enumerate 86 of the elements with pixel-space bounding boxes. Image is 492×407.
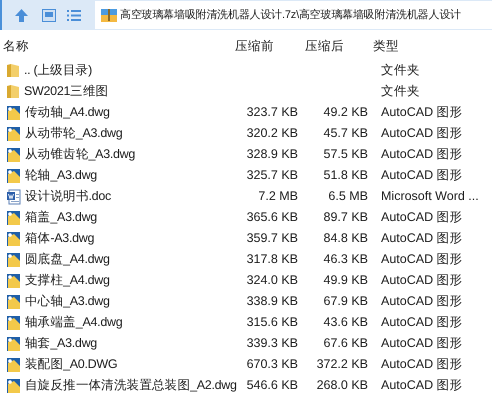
size-cell: 325.7 KB	[246, 168, 298, 182]
size-cell: 359.7 KB	[246, 231, 298, 246]
size-cell: 324.0 KB	[246, 273, 298, 288]
drawing-file-icon	[6, 210, 21, 226]
address-bar[interactable]: 高空玻璃幕墙吸附清洗机器人设计.7z\高空玻璃幕墙吸附清洗机器人设计	[95, 1, 492, 29]
column-header[interactable]: 类型	[373, 36, 492, 56]
size-cell: 67.6 KB	[324, 336, 368, 350]
file-name[interactable]: 轴套_A3.dwg	[25, 334, 97, 353]
drawing-file-icon	[6, 336, 21, 352]
column-header[interactable]: 名称	[0, 36, 235, 56]
size-cell: 339.3 KB	[246, 336, 298, 350]
file-name[interactable]: 轮轴_A3.dwg	[25, 166, 97, 185]
file-name[interactable]: 从动带轮_A3.dwg	[25, 124, 122, 143]
type-cell-text: AutoCAD 图形	[381, 356, 463, 374]
file-name[interactable]: SW2021三维图	[24, 82, 108, 101]
size-cell: 338.9 KB	[246, 294, 298, 308]
column-header[interactable]: 压缩前	[235, 36, 305, 56]
file-name[interactable]: .. (上级目录)	[24, 61, 92, 80]
column-header[interactable]: 压缩后	[305, 36, 373, 56]
drawing-file-icon	[6, 252, 21, 268]
file-name[interactable]: 圆底盘_A4.dwg	[25, 250, 110, 269]
file-name[interactable]: 自旋反推一体清洗装置总装图_A2.dwg	[25, 376, 237, 395]
up-arrow-icon[interactable]	[14, 8, 29, 22]
drawing-file-icon	[6, 356, 21, 372]
drawing-file-icon	[6, 230, 21, 246]
type-cell-text: Microsoft Word ...	[381, 188, 479, 206]
type-cell-text: AutoCAD 图形	[381, 272, 463, 290]
type-cell-text: AutoCAD 图形	[381, 125, 463, 142]
size-cell: 49.2 KB	[324, 105, 368, 120]
size-cell: 67.9 KB	[324, 294, 368, 308]
word-document-icon	[6, 188, 21, 204]
size-cell: 6.5 MB	[328, 189, 368, 204]
type-cell-text: AutoCAD 图形	[381, 335, 463, 352]
drawing-file-icon	[6, 168, 21, 184]
file-name[interactable]: 设计说明书.doc	[25, 187, 111, 206]
type-cell-text: 文件夹	[381, 83, 420, 100]
archive-icon	[101, 7, 117, 23]
size-cell: 46.3 KB	[324, 252, 368, 266]
list-view-icon[interactable]	[67, 10, 81, 20]
type-cell-text: AutoCAD 图形	[381, 209, 463, 226]
file-name[interactable]: 支撑柱_A4.dwg	[25, 271, 110, 290]
folder-icon	[6, 63, 20, 78]
drawing-file-icon	[6, 126, 21, 142]
size-cell: 51.8 KB	[324, 168, 368, 182]
file-name[interactable]: 传动轴_A4.dwg	[25, 103, 110, 122]
size-cell: 323.7 KB	[246, 105, 298, 120]
size-cell: 328.9 KB	[246, 147, 298, 162]
size-cell: 670.3 KB	[246, 357, 298, 372]
file-name[interactable]: 轴承端盖_A4.dwg	[25, 313, 122, 332]
size-cell: 320.2 KB	[246, 126, 298, 140]
file-name[interactable]: 箱盖_A3.dwg	[25, 208, 97, 227]
file-name[interactable]: 从动锥齿轮_A3.dwg	[25, 145, 136, 164]
type-cell-text: AutoCAD 图形	[381, 293, 463, 310]
file-name[interactable]: 装配图_A0.DWG	[25, 355, 118, 374]
size-cell: 317.8 KB	[246, 252, 298, 266]
file-name[interactable]: 箱体-A3.dwg	[25, 229, 94, 248]
drawing-file-icon	[6, 378, 21, 394]
size-cell: 7.2 MB	[258, 189, 298, 204]
size-cell: 57.5 KB	[324, 147, 368, 162]
size-cell: 546.6 KB	[246, 378, 298, 392]
size-cell: 372.2 KB	[316, 357, 368, 372]
size-cell: 89.7 KB	[324, 210, 368, 224]
drawing-file-icon	[6, 314, 21, 330]
address-path: 高空玻璃幕墙吸附清洗机器人设计.7z\高空玻璃幕墙吸附清洗机器人设计	[120, 8, 461, 23]
drawing-file-icon	[6, 104, 21, 120]
size-cell: 45.7 KB	[324, 126, 368, 140]
size-cell: 365.6 KB	[246, 210, 298, 224]
type-cell-text: AutoCAD 图形	[381, 230, 463, 248]
size-cell: 315.6 KB	[246, 315, 298, 330]
size-cell: 43.6 KB	[324, 315, 368, 330]
folder-icon	[6, 84, 20, 99]
type-cell-text: 文件夹	[381, 62, 420, 80]
size-cell: 268.0 KB	[316, 378, 368, 392]
file-name[interactable]: 中心轴_A3.dwg	[25, 292, 110, 311]
drawing-file-icon	[6, 272, 21, 288]
type-cell-text: AutoCAD 图形	[381, 314, 463, 332]
type-cell-text: AutoCAD 图形	[381, 167, 463, 184]
type-cell-text: AutoCAD 图形	[381, 251, 463, 268]
type-cell-text: AutoCAD 图形	[381, 104, 463, 122]
size-cell: 49.9 KB	[324, 273, 368, 288]
drawing-file-icon	[6, 146, 21, 162]
view-icon[interactable]	[42, 8, 56, 22]
type-cell-text: AutoCAD 图形	[381, 377, 463, 394]
type-cell-text: AutoCAD 图形	[381, 146, 463, 164]
drawing-file-icon	[6, 294, 21, 310]
size-cell: 84.8 KB	[324, 231, 368, 246]
